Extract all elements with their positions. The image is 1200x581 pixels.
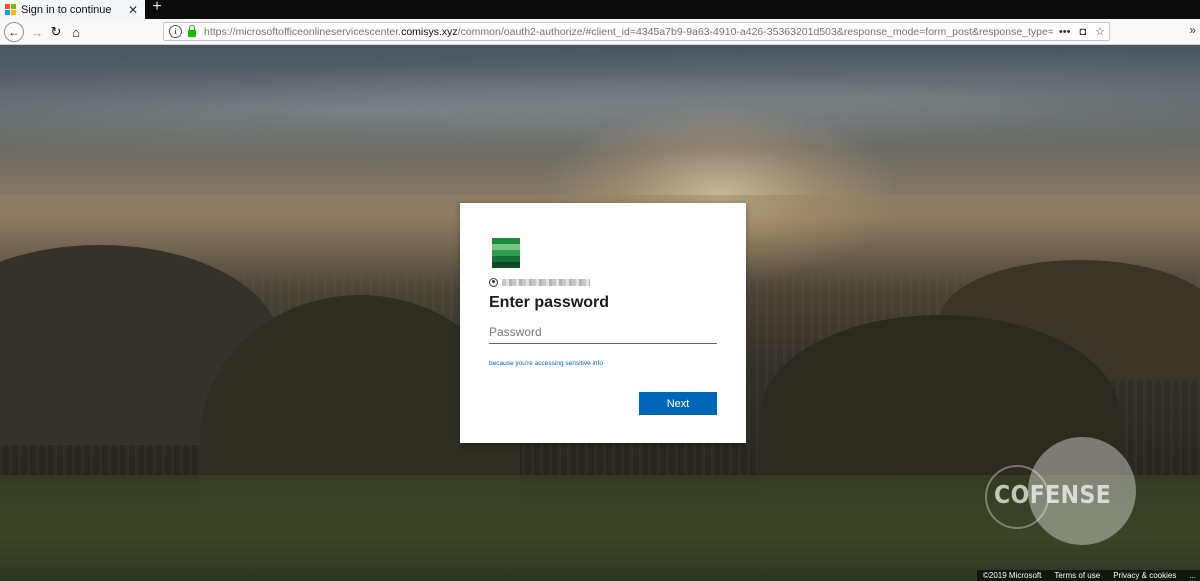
url-actions: ••• ◘ ☆: [1052, 23, 1109, 40]
copyright-text: ©2019 Microsoft: [983, 571, 1042, 580]
privacy-link[interactable]: Privacy & cookies: [1113, 571, 1176, 580]
user-email-redacted: [502, 279, 590, 286]
info-icon[interactable]: i: [169, 25, 182, 38]
url-text[interactable]: https://microsoftofficeonlineservicescen…: [204, 26, 1090, 38]
user-identity: [489, 278, 590, 287]
lock-icon[interactable]: [188, 24, 196, 37]
login-card: Enter password because you're accessing …: [460, 203, 746, 443]
footer-more-icon[interactable]: ...: [1189, 571, 1196, 580]
cofense-watermark: COFENSE: [994, 480, 1112, 509]
forward-arrow-icon[interactable]: →: [27, 22, 47, 42]
url-prefix: https://microsoftofficeonlineservicescen…: [204, 25, 402, 38]
page-actions-icon[interactable]: •••: [1059, 26, 1071, 38]
password-field[interactable]: [489, 321, 717, 344]
next-button[interactable]: Next: [639, 392, 717, 415]
pocket-icon[interactable]: ◘: [1079, 26, 1086, 38]
microsoft-logo-icon: [5, 4, 16, 15]
page-title: Enter password: [489, 294, 610, 311]
user-avatar-icon: [489, 278, 498, 287]
navigation-bar: ← → ↻ ⌂ i https://microsoftofficeonlines…: [0, 19, 1200, 45]
browser-tab[interactable]: Sign in to continue ✕: [0, 0, 145, 19]
bookmark-star-icon[interactable]: ☆: [1095, 25, 1105, 38]
url-host: comisys.xyz: [401, 25, 458, 38]
page-footer: ©2019 Microsoft Terms of use Privacy & c…: [977, 570, 1200, 581]
reload-icon[interactable]: ↻: [46, 22, 66, 42]
address-bar[interactable]: i https://microsoftofficeonlineservicesc…: [163, 22, 1110, 41]
back-arrow-icon[interactable]: ←: [4, 22, 24, 42]
new-tab-icon[interactable]: +: [150, 0, 164, 16]
home-icon[interactable]: ⌂: [66, 22, 86, 42]
close-tab-icon[interactable]: ✕: [125, 3, 141, 17]
url-path: /common/oauth2-authorize/#client_id=4345…: [457, 25, 1091, 38]
sensitive-info-link[interactable]: because you're accessing sensitive info: [489, 360, 603, 367]
overflow-menu-icon[interactable]: »: [1189, 23, 1196, 37]
terms-link[interactable]: Terms of use: [1054, 571, 1100, 580]
tab-bar: Sign in to continue ✕ +: [0, 0, 1200, 19]
tab-title: Sign in to continue: [21, 3, 112, 16]
organization-logo-icon: [492, 238, 520, 268]
